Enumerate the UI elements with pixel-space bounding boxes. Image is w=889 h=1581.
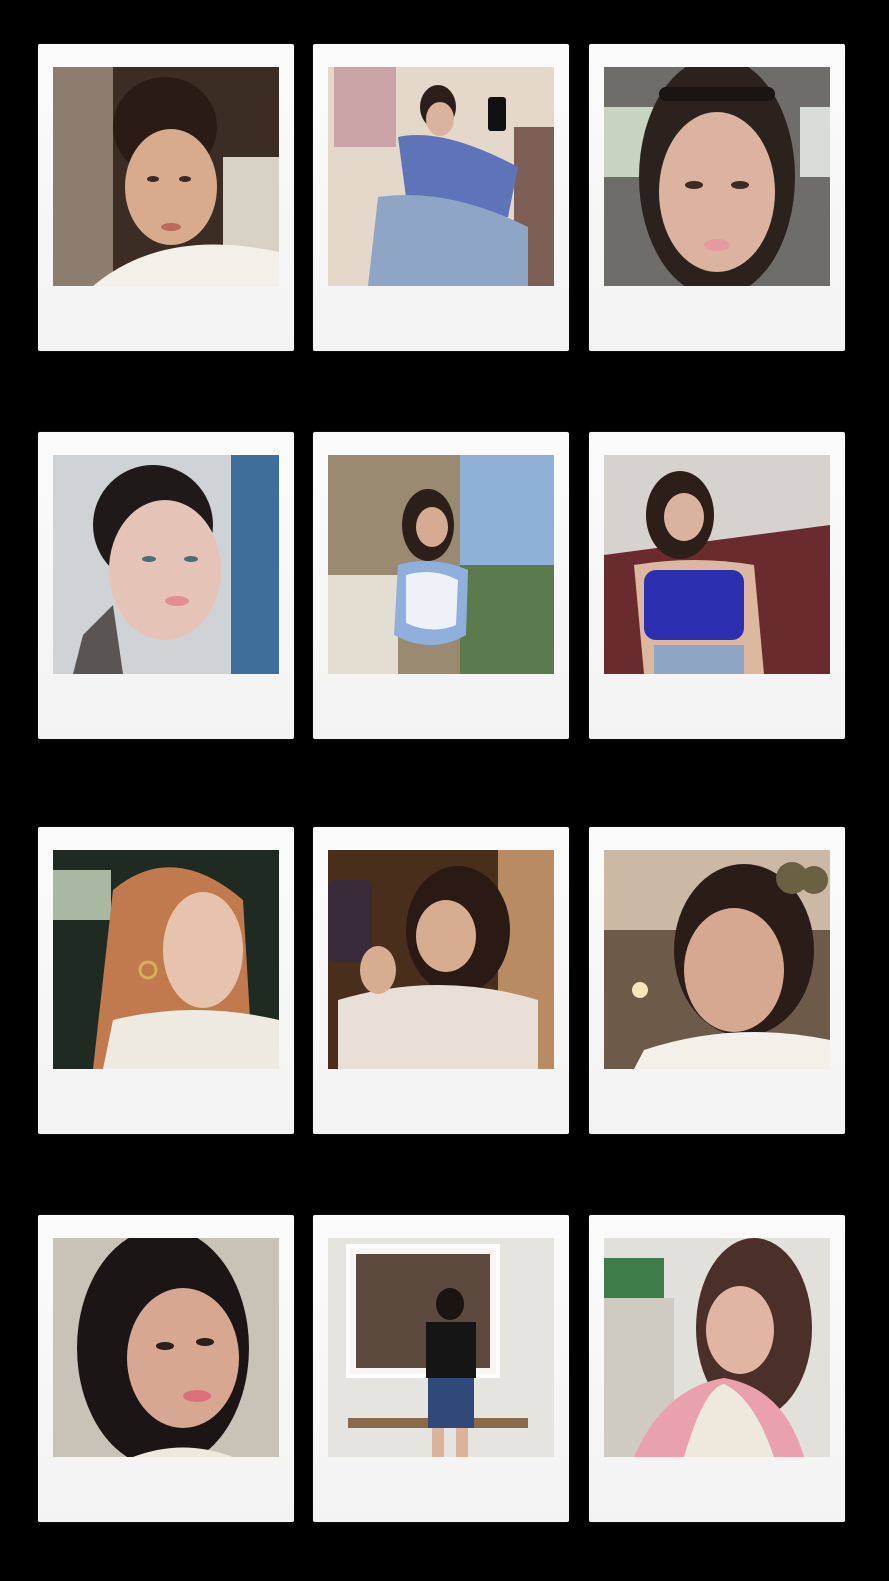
photo-11 — [328, 1238, 554, 1457]
photo-10 — [53, 1238, 279, 1457]
photo-5 — [328, 455, 554, 674]
polaroid-frame-12 — [589, 1215, 845, 1522]
photo-7-image — [53, 850, 279, 1069]
photo-1-image — [53, 67, 279, 286]
photo-3 — [604, 67, 830, 286]
photo-8 — [328, 850, 554, 1069]
polaroid-frame-9 — [589, 827, 845, 1134]
polaroid-frame-2 — [313, 44, 569, 351]
photo-4-image — [53, 455, 279, 674]
polaroid-frame-1 — [38, 44, 294, 351]
photo-8-image — [328, 850, 554, 1069]
photo-7 — [53, 850, 279, 1069]
photo-12 — [604, 1238, 830, 1457]
photo-5-image — [328, 455, 554, 674]
photo-6-image — [604, 455, 830, 674]
polaroid-frame-11 — [313, 1215, 569, 1522]
photo-9 — [604, 850, 830, 1069]
polaroid-frame-4 — [38, 432, 294, 739]
polaroid-frame-5 — [313, 432, 569, 739]
photo-4 — [53, 455, 279, 674]
polaroid-frame-6 — [589, 432, 845, 739]
photo-2-image — [328, 67, 554, 286]
photo-2 — [328, 67, 554, 286]
polaroid-frame-8 — [313, 827, 569, 1134]
polaroid-frame-10 — [38, 1215, 294, 1522]
polaroid-collage — [0, 0, 889, 1581]
photo-10-image — [53, 1238, 279, 1457]
photo-9-image — [604, 850, 830, 1069]
photo-12-image — [604, 1238, 830, 1457]
photo-6 — [604, 455, 830, 674]
photo-11-image — [328, 1238, 554, 1457]
photo-1 — [53, 67, 279, 286]
polaroid-frame-7 — [38, 827, 294, 1134]
polaroid-frame-3 — [589, 44, 845, 351]
photo-3-image — [604, 67, 830, 286]
